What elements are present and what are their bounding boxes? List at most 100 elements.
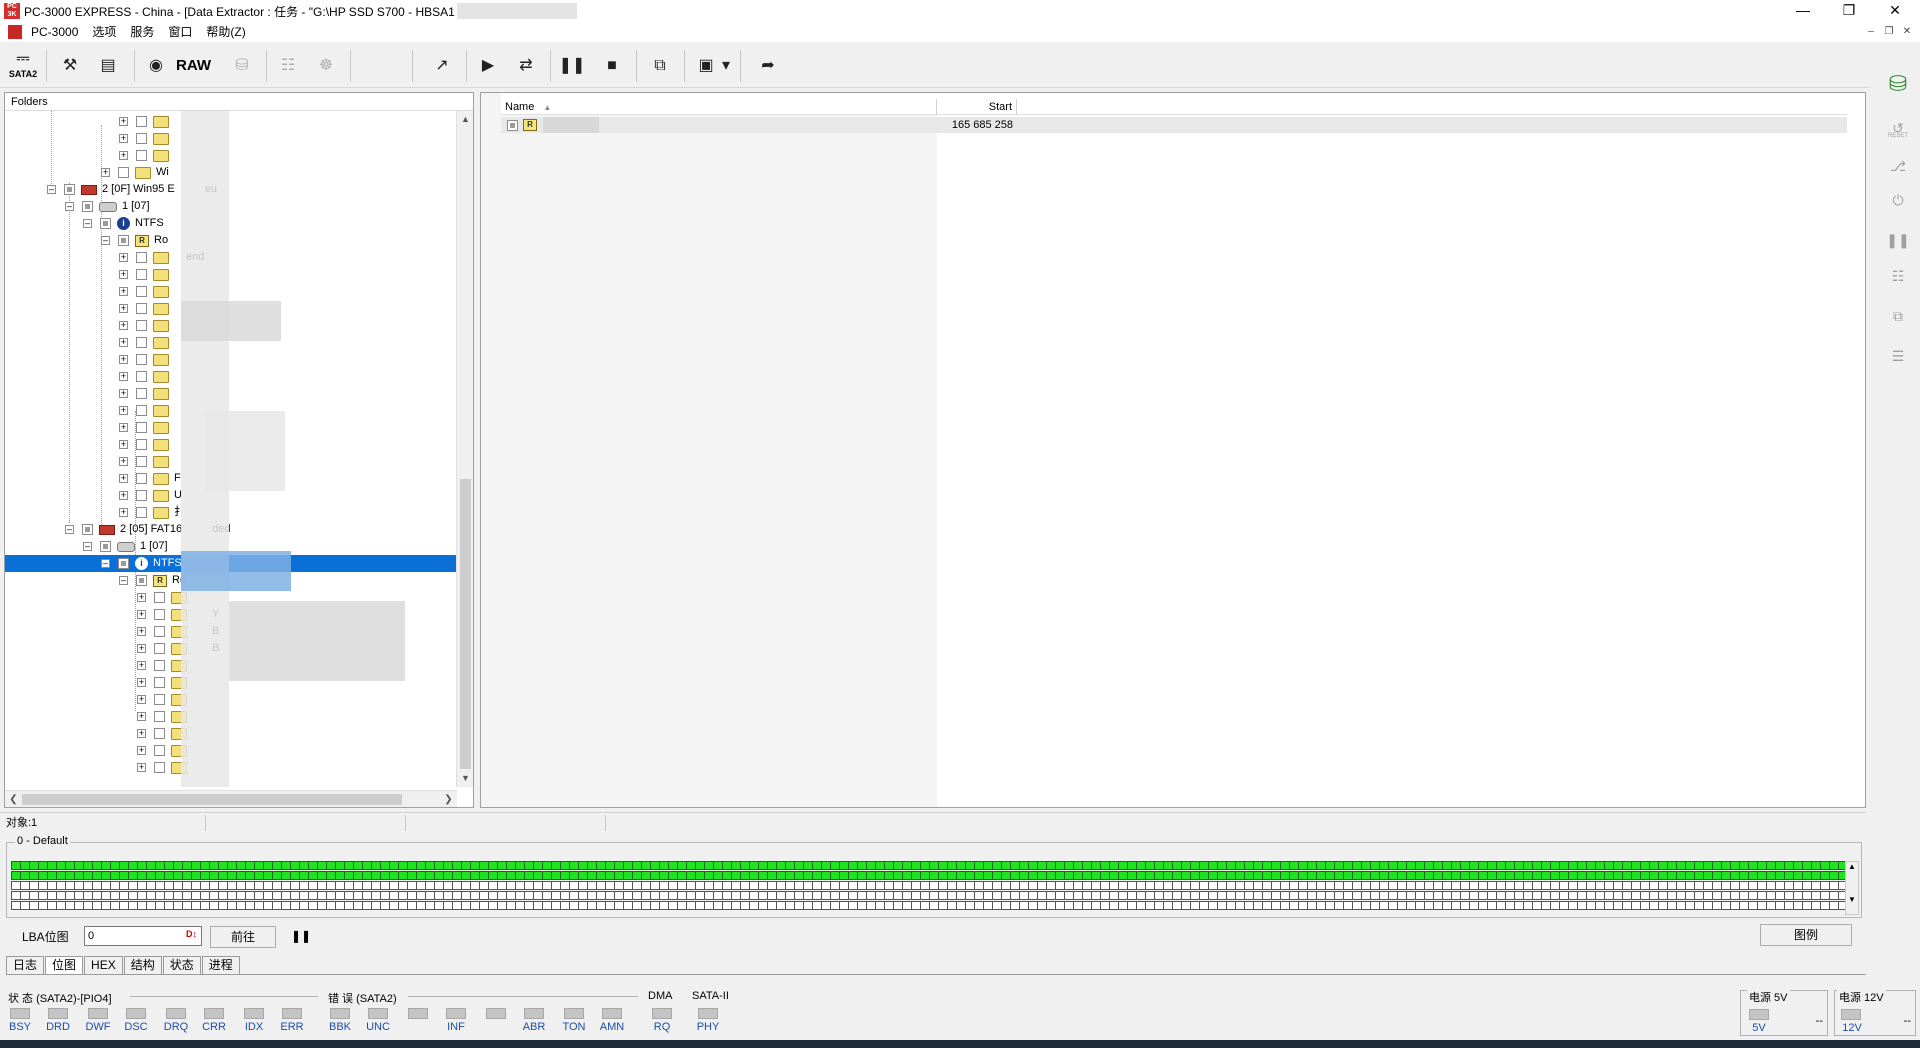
- windows-stack-icon[interactable]: ⧉: [644, 50, 676, 82]
- menu-window[interactable]: 窗口: [161, 22, 199, 42]
- mdi-restore-button[interactable]: ❐: [1880, 22, 1898, 42]
- tree-checkbox[interactable]: [154, 609, 165, 620]
- lba-format-icon[interactable]: D↕: [186, 929, 200, 943]
- tree-checkbox[interactable]: [136, 337, 147, 348]
- chevron-down-icon[interactable]: ▾: [718, 50, 734, 82]
- tree-checkbox[interactable]: [154, 745, 165, 756]
- tree-checkbox[interactable]: [154, 711, 165, 722]
- tree-root-row[interactable]: – R Ro: [119, 572, 186, 589]
- stop-icon[interactable]: ■: [596, 50, 628, 82]
- expand-icon[interactable]: +: [137, 678, 146, 687]
- scroll-up-icon[interactable]: ▲: [1846, 862, 1858, 871]
- pause-side-icon[interactable]: ❚❚: [1884, 226, 1912, 254]
- tree-folder-row[interactable]: + U: [119, 487, 182, 504]
- scroll-thumb[interactable]: [460, 479, 471, 769]
- expand-icon[interactable]: +: [137, 593, 146, 602]
- legend-button[interactable]: 图例: [1760, 924, 1852, 946]
- reset-icon[interactable]: ↺ RESET: [1884, 114, 1912, 142]
- scroll-down-icon[interactable]: ▼: [457, 770, 474, 787]
- tree-checkbox[interactable]: [136, 133, 147, 144]
- tree-folder-row[interactable]: +: [119, 300, 174, 317]
- tree-folder-row[interactable]: +: [119, 334, 174, 351]
- collapse-icon[interactable]: –: [65, 202, 74, 211]
- column-start[interactable]: Start: [937, 99, 1017, 115]
- scroll-thumb[interactable]: [22, 794, 402, 805]
- row-checkbox[interactable]: [507, 120, 518, 131]
- tree-checkbox[interactable]: [136, 252, 147, 263]
- list-row[interactable]: R 165 685 258: [501, 117, 1847, 133]
- tree-checkbox[interactable]: [136, 116, 147, 127]
- collapse-icon[interactable]: –: [101, 559, 110, 568]
- tree-checkbox[interactable]: [154, 728, 165, 739]
- tree-folder-row[interactable]: +: [119, 402, 174, 419]
- tree-vertical-scrollbar[interactable]: ▲ ▼: [456, 111, 473, 787]
- expand-icon[interactable]: +: [137, 695, 146, 704]
- expand-icon[interactable]: +: [119, 304, 128, 313]
- maximize-button[interactable]: ❐: [1826, 0, 1872, 22]
- tree-checkbox[interactable]: [118, 558, 129, 569]
- tab-status[interactable]: 状态: [162, 956, 201, 974]
- expand-icon[interactable]: +: [137, 661, 146, 670]
- expand-icon[interactable]: +: [137, 627, 146, 636]
- tree-folder-row[interactable]: +: [119, 130, 174, 147]
- expand-icon[interactable]: +: [119, 389, 128, 398]
- tree-checkbox[interactable]: [100, 541, 111, 552]
- expand-icon[interactable]: +: [137, 610, 146, 619]
- tree-checkbox[interactable]: [136, 473, 147, 484]
- tree-checkbox[interactable]: [154, 626, 165, 637]
- tree-checkbox[interactable]: [136, 490, 147, 501]
- expand-icon[interactable]: +: [119, 355, 128, 364]
- tree-checkbox[interactable]: [136, 422, 147, 433]
- menu-help[interactable]: 帮助(Z): [199, 22, 252, 42]
- tree-checkbox[interactable]: [154, 694, 165, 705]
- tree-folder-row[interactable]: +: [119, 283, 174, 300]
- bitmap-scrollbar[interactable]: ▲ ▼: [1845, 861, 1859, 915]
- tree-checkbox[interactable]: [154, 660, 165, 671]
- expand-icon[interactable]: +: [137, 712, 146, 721]
- tree-root-row[interactable]: – R Ro: [101, 232, 168, 249]
- scroll-up-icon[interactable]: ▲: [457, 111, 474, 128]
- tree-folder-row[interactable]: +: [119, 266, 174, 283]
- tree-folder-row[interactable]: +: [119, 113, 174, 130]
- expand-icon[interactable]: +: [119, 253, 128, 262]
- scroll-right-icon[interactable]: ❯: [440, 791, 457, 808]
- tree-checkbox[interactable]: [136, 439, 147, 450]
- collapse-icon[interactable]: –: [119, 576, 128, 585]
- tree-folder-row[interactable]: + 扌: [119, 504, 185, 521]
- expand-icon[interactable]: +: [119, 338, 128, 347]
- tree-horizontal-scrollbar[interactable]: ❮ ❯: [5, 790, 457, 807]
- collapse-icon[interactable]: –: [83, 219, 92, 228]
- tree-checkbox[interactable]: [154, 643, 165, 654]
- tree-folder-row[interactable]: + Wi: [101, 164, 169, 181]
- expand-icon[interactable]: +: [119, 321, 128, 330]
- tree-checkbox[interactable]: [136, 575, 147, 586]
- expand-icon[interactable]: +: [119, 508, 128, 517]
- expand-icon[interactable]: +: [137, 644, 146, 653]
- collapse-icon[interactable]: –: [83, 542, 92, 551]
- pause-icon[interactable]: ❚❚: [556, 50, 588, 82]
- tree-volume-row[interactable]: – 1 [07]: [83, 538, 168, 555]
- tree-filesystem-row[interactable]: – i NTFS: [83, 215, 164, 232]
- play-icon[interactable]: ▶: [472, 50, 504, 82]
- tree-folder-row[interactable]: + F: [119, 470, 181, 487]
- tree-checkbox[interactable]: [136, 269, 147, 280]
- tree-folder-row[interactable]: +: [119, 419, 174, 436]
- disk-image-icon[interactable]: ⛁: [226, 50, 258, 82]
- expand-icon[interactable]: +: [119, 491, 128, 500]
- tree-folder-row[interactable]: +: [119, 351, 174, 368]
- power-switch-icon[interactable]: ⎇: [1884, 152, 1912, 180]
- expand-icon[interactable]: +: [119, 474, 128, 483]
- tab-hex[interactable]: HEX: [84, 956, 123, 974]
- expand-icon[interactable]: +: [119, 406, 128, 415]
- expand-icon[interactable]: +: [119, 457, 128, 466]
- tree-folder-row[interactable]: +: [119, 368, 174, 385]
- sata2-port-button[interactable]: ⎓ SATA2: [4, 50, 42, 84]
- expand-icon[interactable]: +: [137, 746, 146, 755]
- collapse-icon[interactable]: –: [101, 236, 110, 245]
- tab-log[interactable]: 日志: [6, 956, 45, 974]
- settings-side-icon[interactable]: ☰: [1884, 342, 1912, 370]
- tree-structure-icon[interactable]: ☷: [272, 50, 304, 82]
- tab-process[interactable]: 进程: [201, 956, 240, 974]
- tree-checkbox[interactable]: [136, 286, 147, 297]
- tree-checkbox[interactable]: [118, 167, 129, 178]
